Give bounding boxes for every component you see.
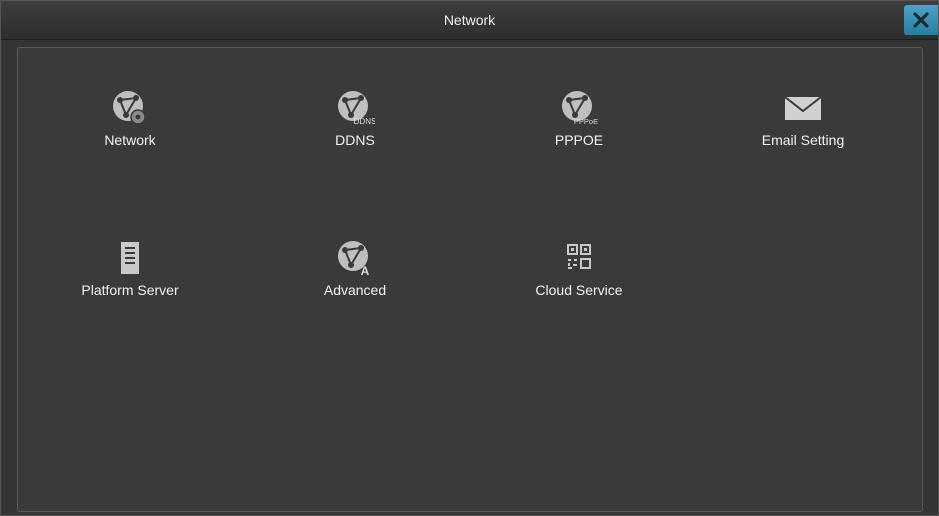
window-title: Network [443, 12, 496, 28]
title-bar: Network [1, 1, 938, 40]
tile-email-setting[interactable]: Email Setting [703, 88, 903, 178]
envelope-icon [784, 96, 822, 120]
qr-code-icon [567, 244, 591, 269]
tile-label-ddns: DDNS [335, 132, 375, 148]
tile-ddns[interactable]: DDNS DDNS [255, 88, 455, 178]
server-icon [121, 242, 139, 274]
pppoe-icon: PPPoE [562, 91, 598, 126]
advanced-icon-text: A [361, 264, 370, 278]
tile-label-pppoe: PPPOE [554, 132, 604, 148]
ddns-icon: DDNS [338, 91, 375, 126]
tile-platform-server[interactable]: Platform Server [30, 238, 230, 328]
tile-label-cloud-service: Cloud Service [535, 282, 623, 298]
tile-cloud-service[interactable]: Cloud Service [479, 238, 679, 328]
close-button[interactable] [904, 5, 938, 35]
pppoe-icon-text: PPPoE [574, 117, 598, 126]
tile-label-platform-server: Platform Server [81, 282, 179, 298]
network-settings-icon [113, 91, 146, 125]
network-menu-panel: Network DDNS DDNS PPPoE PPPOE Email Sett… [17, 47, 923, 512]
tile-advanced[interactable]: A Advanced [255, 238, 455, 328]
tile-label-advanced: Advanced [323, 282, 387, 298]
tile-network[interactable]: Network [30, 88, 230, 178]
ddns-icon-text: DDNS [354, 117, 375, 126]
tile-label-network: Network [104, 132, 156, 148]
tile-label-email-setting: Email Setting [761, 132, 845, 148]
network-window: Network Network DDNS DDNS PPPoE PPPOE Em… [0, 0, 939, 516]
close-icon [913, 12, 929, 28]
tile-pppoe[interactable]: PPPoE PPPOE [479, 88, 679, 178]
advanced-network-icon: A [338, 241, 370, 278]
